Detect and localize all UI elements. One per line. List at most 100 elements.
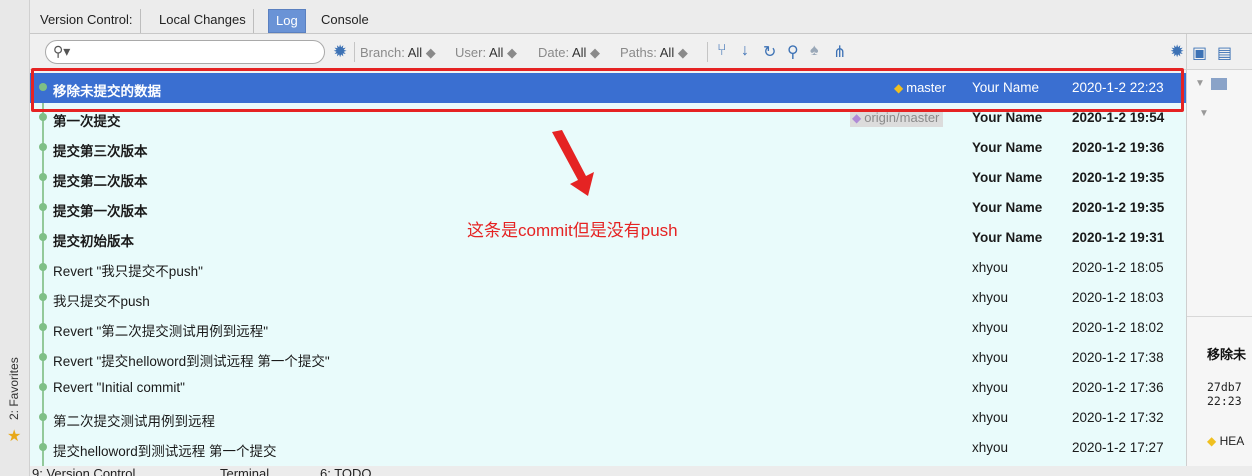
commit-message: 我只提交不push bbox=[53, 294, 150, 309]
commit-date: 2020-1-2 19:36 bbox=[1072, 140, 1165, 155]
commit-node bbox=[39, 443, 47, 451]
date-filter[interactable]: Date: All ◆ bbox=[538, 45, 600, 61]
tab-todo[interactable]: 6: TODO bbox=[320, 466, 372, 476]
commit-author: Your Name bbox=[972, 230, 1043, 245]
branches-icon[interactable]: ⑂ bbox=[717, 42, 727, 60]
commit-message: Revert "提交helloword到测试远程 第一个提交" bbox=[53, 354, 330, 369]
commit-row[interactable]: Revert "Initial commit" xhyou 2020-1-2 1… bbox=[30, 373, 1186, 403]
commit-message: 提交初始版本 bbox=[53, 234, 134, 249]
vcs-label: Version Control: bbox=[33, 9, 141, 33]
commit-date: 2020-1-2 17:27 bbox=[1072, 440, 1164, 455]
commit-date: 2020-1-2 18:03 bbox=[1072, 290, 1164, 305]
toolbar-separator bbox=[707, 42, 708, 62]
details-head-ref: ◆ HEA bbox=[1207, 434, 1245, 448]
details-divider bbox=[1187, 316, 1252, 317]
branch-filter[interactable]: Branch: All ◆ bbox=[360, 45, 436, 61]
tab-local-changes[interactable]: Local Changes bbox=[152, 9, 254, 33]
commit-row[interactable]: 提交helloword到测试远程 第一个提交 xhyou 2020-1-2 17… bbox=[30, 433, 1186, 463]
commit-author: xhyou bbox=[972, 410, 1009, 425]
remote-ref-badge: ◆ origin/master bbox=[850, 109, 944, 127]
toolbar-separator bbox=[354, 42, 355, 62]
tab-terminal[interactable]: Terminal bbox=[220, 466, 269, 476]
user-filter[interactable]: User: All ◆ bbox=[455, 45, 517, 61]
commit-author: xhyou bbox=[972, 440, 1009, 455]
commit-row[interactable]: 提交第三次版本 Your Name 2020-1-2 19:36 bbox=[30, 133, 1186, 163]
commit-message: Revert "我只提交不push" bbox=[53, 264, 203, 279]
gear-icon[interactable]: ✹ bbox=[333, 42, 347, 62]
annotation-text: 这条是commit但是没有push bbox=[467, 221, 678, 240]
commit-date: 2020-1-2 18:02 bbox=[1072, 320, 1164, 335]
commit-node bbox=[39, 233, 47, 241]
chevron-down-icon[interactable]: ▼ bbox=[1199, 108, 1209, 119]
chevron-down-icon[interactable]: ▼ bbox=[1195, 78, 1205, 89]
commit-author: Your Name bbox=[972, 140, 1043, 155]
commit-row[interactable]: Revert "提交helloword到测试远程 第一个提交" xhyou 20… bbox=[30, 343, 1186, 373]
commit-node bbox=[39, 353, 47, 361]
commit-node bbox=[39, 323, 47, 331]
commit-date: 2020-1-2 19:54 bbox=[1072, 110, 1165, 125]
commit-node bbox=[39, 143, 47, 151]
commit-date: 2020-1-2 17:32 bbox=[1072, 410, 1164, 425]
commit-row[interactable]: 移除未提交的数据 ◆ master Your Name 2020-1-2 22:2… bbox=[30, 73, 1186, 103]
tab-version-control[interactable]: 9: Version Control bbox=[32, 466, 135, 476]
refresh-icon[interactable]: ↻ bbox=[763, 42, 776, 62]
commit-date: 2020-1-2 19:35 bbox=[1072, 170, 1165, 185]
down-arrow-icon[interactable]: ↓ bbox=[741, 42, 749, 60]
search-icon[interactable]: ⚲ bbox=[787, 42, 799, 62]
commit-node bbox=[39, 383, 47, 391]
commit-date: 2020-1-2 22:23 bbox=[1072, 80, 1164, 95]
commit-row[interactable]: 我只提交不push xhyou 2020-1-2 18:03 bbox=[30, 283, 1186, 313]
commit-log-table: 移除未提交的数据 ◆ master Your Name 2020-1-2 22:2… bbox=[30, 73, 1186, 476]
commit-date: 2020-1-2 17:36 bbox=[1072, 380, 1164, 395]
commit-author: xhyou bbox=[972, 260, 1009, 275]
details-toolbar: ▣ ▤ bbox=[1187, 34, 1252, 70]
commit-row[interactable]: 第二次提交测试用例到远程 xhyou 2020-1-2 17:32 bbox=[30, 403, 1186, 433]
commit-message: Revert "第二次提交测试用例到远程" bbox=[53, 324, 269, 339]
layout-icon[interactable]: ▤ bbox=[1217, 43, 1232, 63]
commit-node bbox=[39, 413, 47, 421]
log-search-input[interactable]: ⚲▾ bbox=[45, 40, 325, 64]
commit-row[interactable]: Revert "我只提交不push" xhyou 2020-1-2 18:05 bbox=[30, 253, 1186, 283]
tree-icon[interactable]: ⋔ bbox=[833, 42, 846, 62]
commit-author: xhyou bbox=[972, 290, 1009, 305]
commit-node bbox=[39, 203, 47, 211]
commit-author: xhyou bbox=[972, 380, 1009, 395]
commit-node bbox=[39, 293, 47, 301]
commit-node bbox=[39, 173, 47, 181]
commit-author: Your Name bbox=[972, 80, 1040, 95]
favorites-tool-button[interactable]: 2: Favorites ★ bbox=[3, 330, 27, 460]
commit-node bbox=[39, 263, 47, 271]
search-icon: ⚲▾ bbox=[53, 43, 71, 59]
star-icon: ★ bbox=[7, 428, 22, 445]
lock-icon[interactable]: ▣ bbox=[1192, 43, 1207, 63]
log-toolbar: ⚲▾ ✹ Branch: All ◆ User: All ◆ Date: All… bbox=[30, 34, 1252, 70]
commit-message: 提交第一次版本 bbox=[53, 204, 148, 219]
commit-date: 2020-1-2 19:35 bbox=[1072, 200, 1165, 215]
commit-date: 2020-1-2 18:05 bbox=[1072, 260, 1164, 275]
left-tool-strip: 2: Favorites ★ bbox=[0, 0, 30, 476]
folder-icon bbox=[1211, 78, 1227, 90]
commit-node bbox=[39, 83, 47, 91]
tag-icon: ◆ bbox=[894, 81, 904, 95]
branch-ref-badge: ◆ master bbox=[894, 80, 946, 95]
commit-row[interactable]: Revert "第二次提交测试用例到远程" xhyou 2020-1-2 18:… bbox=[30, 313, 1186, 343]
commit-message: 提交第二次版本 bbox=[53, 174, 148, 189]
gear-icon[interactable]: ✹ bbox=[1170, 42, 1184, 62]
commit-row[interactable]: 第一次提交 ◆ origin/master Your Name 2020-1-2 … bbox=[30, 103, 1186, 133]
favorites-label: 2: Favorites bbox=[7, 357, 21, 420]
commit-row[interactable]: 提交第二次版本 Your Name 2020-1-2 19:35 bbox=[30, 163, 1186, 193]
commit-date: 2020-1-2 19:31 bbox=[1072, 230, 1165, 245]
vcs-tab-bar: Version Control: Local Changes Log Conso… bbox=[30, 0, 1252, 34]
commit-message: 提交第三次版本 bbox=[53, 144, 148, 159]
details-commit-title: 移除未 bbox=[1207, 347, 1247, 362]
commit-author: Your Name bbox=[972, 110, 1043, 125]
cherry-pick-icon[interactable]: ♠ bbox=[810, 42, 819, 60]
paths-filter[interactable]: Paths: All ◆ bbox=[620, 45, 688, 61]
commit-author: xhyou bbox=[972, 350, 1009, 365]
details-commit-hash: 27db7 22:23 bbox=[1207, 380, 1242, 408]
commit-message: Revert "Initial commit" bbox=[53, 380, 185, 395]
commit-details-panel: ▣ ▤ ▼ ▼ 移除未 27db7 22:23 ◆ HEA bbox=[1186, 34, 1252, 476]
tab-log[interactable]: Log bbox=[268, 9, 306, 33]
commit-message: 移除未提交的数据 bbox=[53, 84, 161, 99]
tab-console[interactable]: Console bbox=[314, 9, 376, 33]
